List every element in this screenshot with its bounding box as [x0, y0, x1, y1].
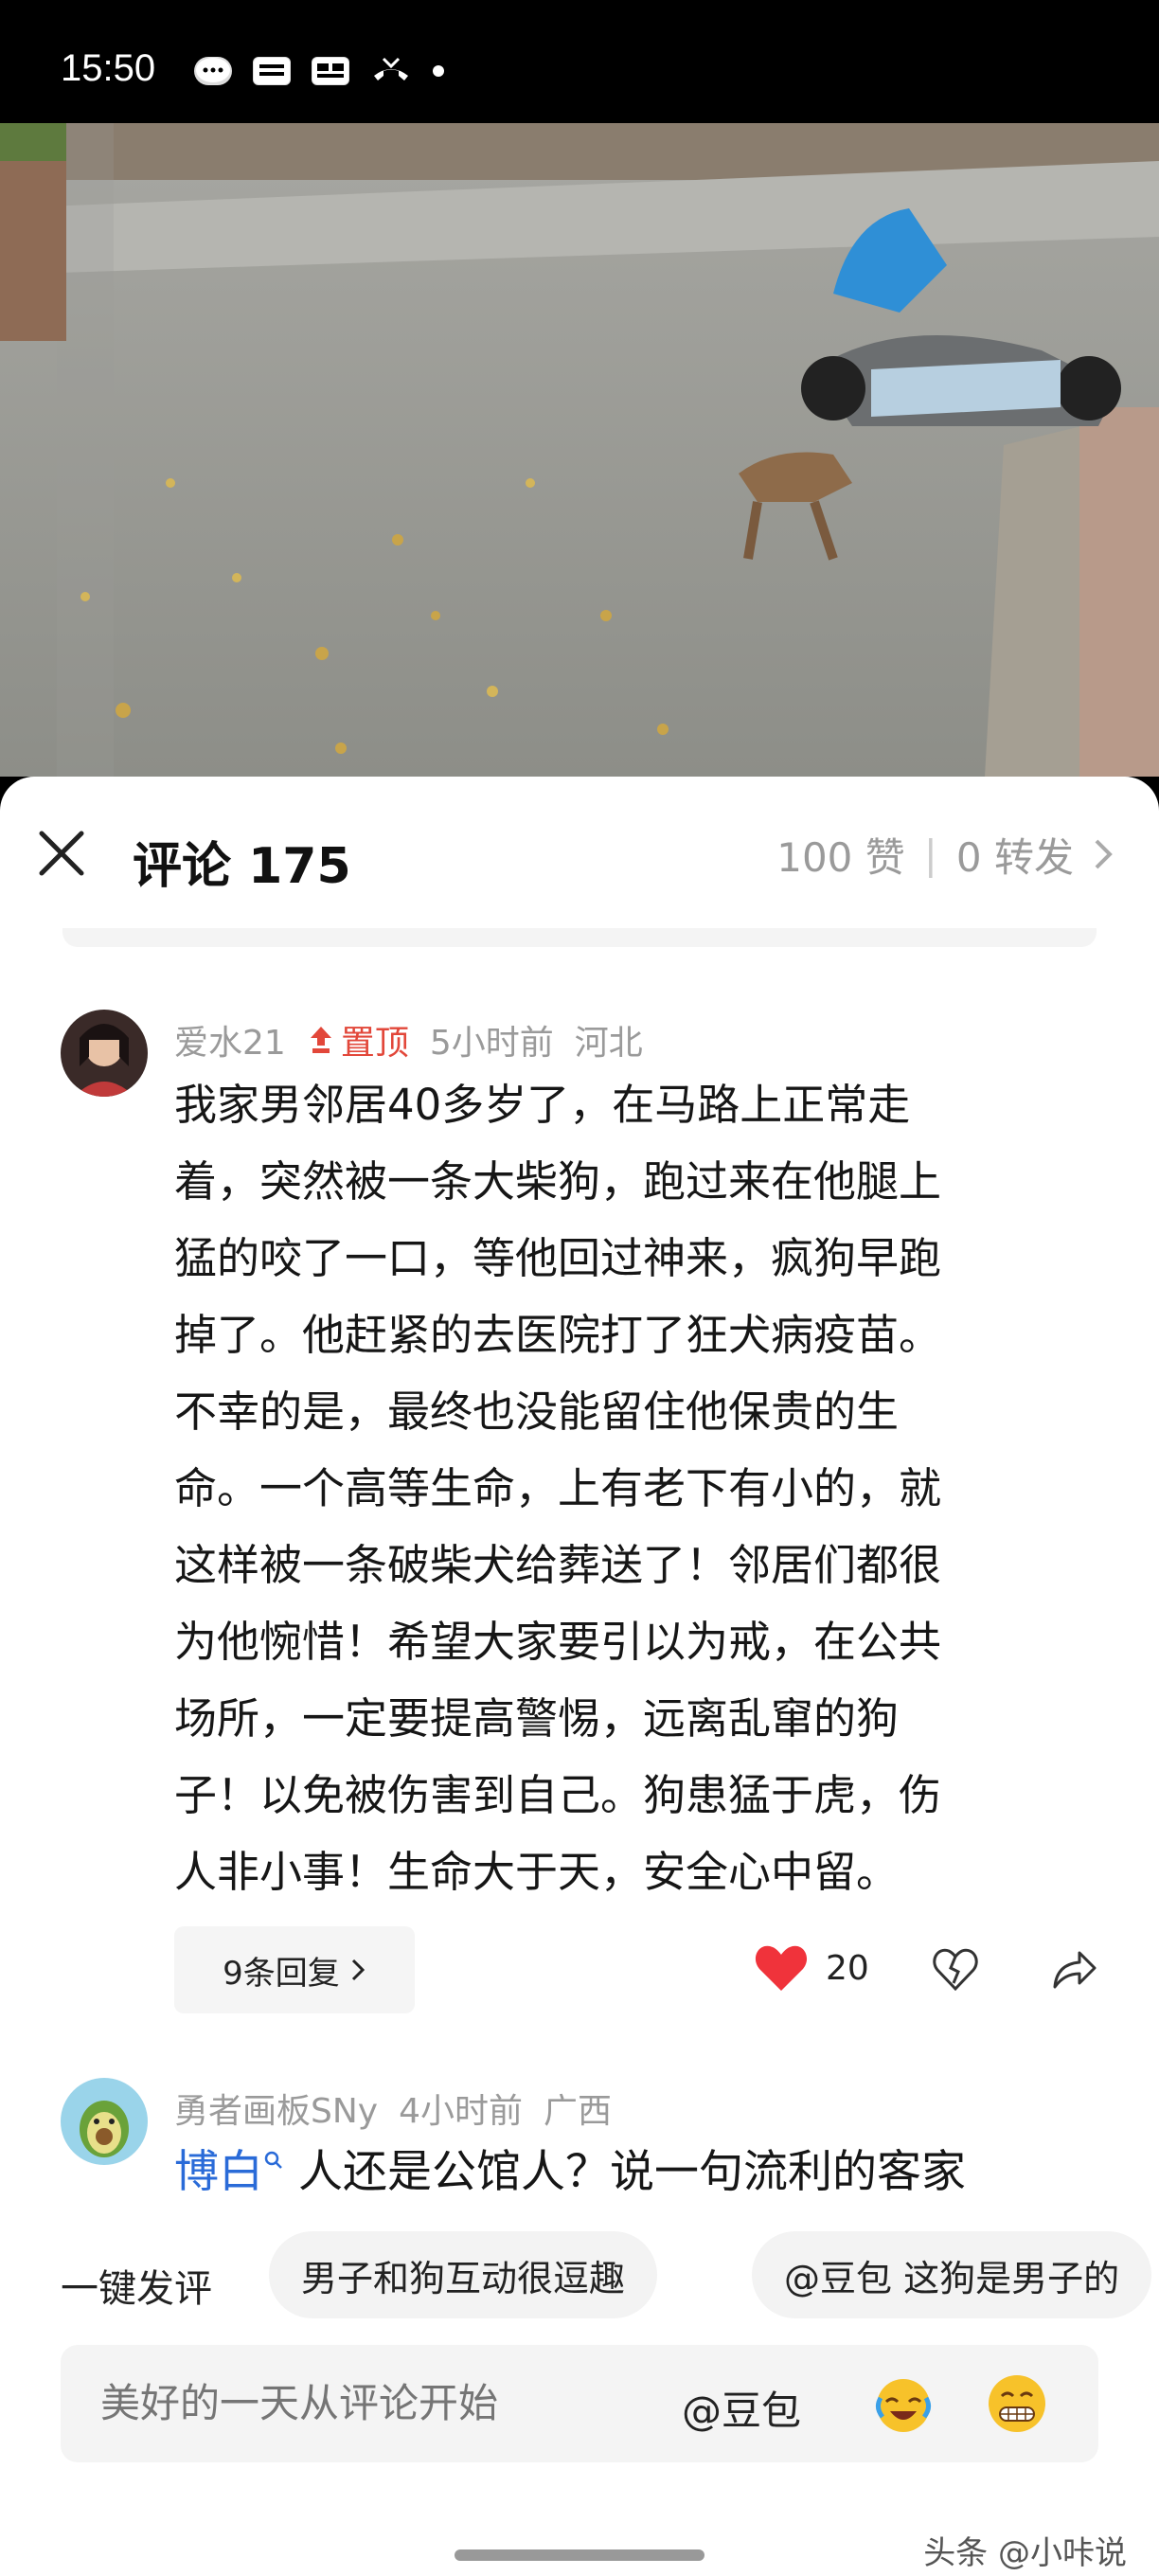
dot-icon [433, 65, 444, 77]
comment-line: 命。一个高等生命，上有老下有小的，就 [174, 1463, 942, 1513]
comment-line: 子！以免被伤害到自己。狗患猛于虎，伤 [174, 1770, 942, 1820]
comment-line: 为他惋惜！希望大家要引以为戒，在公共 [174, 1617, 942, 1667]
quick-comment-label: 一键发评 [61, 2267, 212, 2311]
comment-line: 掉了。他赶紧的去医院打了狂犬病疫苗。 [174, 1310, 942, 1360]
status-icons [194, 55, 444, 87]
message-bubble-icon [194, 57, 232, 85]
comment-line: 场所，一定要提高警惕，远离乱窜的狗 [174, 1693, 900, 1744]
likes-count: 100 赞 [776, 834, 905, 881]
comment-panel: 评论 175 100 赞 | 0 转发 爱水21 置顶 5小时前 河北 我家男邻… [0, 777, 1159, 2576]
comment-username[interactable]: 爱水21 [174, 1015, 286, 1064]
comment-line: 猛的咬了一口，等他回过神来，疯狗早跑 [174, 1233, 942, 1283]
laughing-emoji-icon[interactable] [869, 2370, 937, 2438]
comment-line: 人非小事！生命大于天，安全心中留。 [174, 1847, 900, 1897]
missed-call-icon [370, 55, 412, 87]
quick-comment-chip[interactable]: @豆包 这狗是男子的 [752, 2231, 1152, 2318]
toutiao-app-icon [312, 57, 349, 85]
comment-line: 不幸的是，最终也没能留住他保贵的生 [174, 1386, 900, 1437]
comment-line: 我家男邻居40多岁了，在马路上正常走 [174, 1080, 911, 1130]
dislike-icon[interactable] [932, 1945, 979, 1993]
search-small-icon [264, 2151, 282, 2169]
comment-meta: 爱水21 置顶 5小时前 河北 [174, 1015, 643, 1064]
comment-body: 人还是公馆人？说一句流利的客家 [284, 2146, 966, 2198]
header-divider [62, 928, 1097, 947]
avatar[interactable] [61, 2078, 148, 2165]
stats-separator: | [923, 832, 937, 878]
home-indicator[interactable] [455, 2549, 704, 2561]
chevron-right-icon [351, 1959, 365, 1981]
comment-location: 河北 [574, 1024, 643, 1063]
at-doubao-button[interactable]: @豆包 [682, 2379, 801, 2437]
comment-time: 4小时前 [399, 2092, 523, 2131]
comment-input[interactable] [98, 2379, 633, 2427]
comment-line: 这样被一条破柴犬给葬送了！邻居们都很 [174, 1540, 942, 1590]
status-time: 15:50 [61, 47, 156, 89]
pinned-label: 置顶 [340, 1024, 409, 1063]
heart-filled-icon [755, 1945, 808, 1991]
status-bar: 15:50 [0, 0, 1159, 123]
pinned-badge: 置顶 [307, 1015, 409, 1064]
avatar[interactable] [61, 1010, 148, 1097]
header-stats[interactable]: 100 赞 | 0 转发 [776, 826, 1074, 884]
surveillance-video-frame [0, 123, 1159, 777]
like-button[interactable]: 20 [754, 1943, 869, 1993]
comments-title: 评论 175 [133, 838, 351, 895]
location-mention-link[interactable]: 博白 [174, 2146, 263, 2198]
pin-icon [310, 1027, 331, 1053]
panel-header: 评论 175 100 赞 | 0 转发 [0, 777, 1159, 928]
comment-username[interactable]: 勇者画板SNy [174, 2084, 378, 2133]
comment-meta: 勇者画板SNy 4小时前 广西 [174, 2084, 612, 2133]
quick-comment-chip[interactable]: 男子和狗互动很逗趣 [269, 2231, 658, 2318]
news-app-icon [253, 57, 291, 85]
comment-input-bar: @豆包 [61, 2345, 1098, 2462]
comment-location: 广西 [544, 2092, 613, 2131]
comment-text: 我家男邻居40多岁了，在马路上正常走 着，突然被一条大柴狗，跑过来在他腿上 猛的… [174, 1066, 1064, 1910]
comment-time: 5小时前 [429, 1024, 554, 1063]
chevron-right-icon[interactable] [1089, 835, 1117, 873]
like-count: 20 [826, 1948, 869, 1988]
grinning-emoji-icon[interactable] [983, 2370, 1051, 2438]
comment-text: 博白 人还是公馆人？说一句流利的客家 [174, 2140, 1064, 2205]
close-icon[interactable] [34, 826, 89, 881]
reposts-count: 0 转发 [955, 834, 1074, 881]
share-icon[interactable] [1051, 1945, 1098, 1993]
replies-label: 9条回复 [223, 1954, 340, 1993]
comment-line: 着，突然被一条大柴狗，跑过来在他腿上 [174, 1156, 942, 1207]
watermark: 头条 @小咔说 [923, 2534, 1127, 2572]
quick-comment-bar: 一键发评 男子和狗互动很逗趣 @豆包 这狗是男子的 [0, 2231, 1159, 2335]
video-player[interactable] [0, 123, 1159, 777]
view-replies-button[interactable]: 9条回复 [174, 1926, 415, 2013]
